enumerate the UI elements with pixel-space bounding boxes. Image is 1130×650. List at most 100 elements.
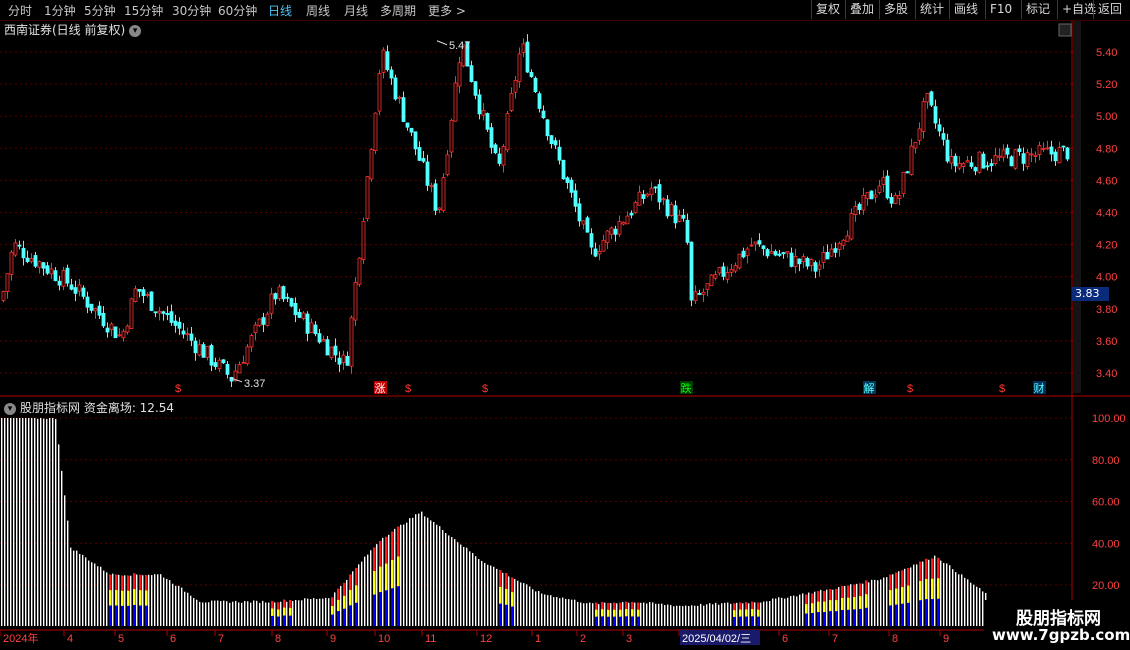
candle — [25, 250, 30, 264]
candle-body — [481, 109, 486, 116]
candle — [585, 215, 590, 233]
candle-body — [197, 344, 202, 356]
indicator-bar — [34, 418, 36, 626]
candle — [425, 154, 430, 191]
candle-body — [797, 258, 802, 265]
bar-white — [358, 564, 360, 626]
candle — [433, 179, 438, 216]
bar-white — [103, 570, 105, 626]
bar-white — [16, 418, 18, 626]
bar-white — [160, 574, 162, 626]
candle — [77, 278, 82, 297]
candle-body — [521, 43, 526, 53]
bar-yellow — [499, 586, 502, 604]
indicator-bar — [499, 570, 502, 626]
y-tick-label: 4.40 — [1096, 208, 1117, 220]
candle — [873, 188, 878, 203]
bar-white — [253, 600, 255, 626]
indicator-bar — [439, 526, 441, 626]
bar-white — [193, 598, 195, 626]
candle-body — [101, 312, 106, 327]
bar-blue — [139, 605, 142, 626]
indicator-bar — [619, 602, 622, 626]
bar-white — [223, 600, 225, 626]
indicator-bar — [547, 595, 549, 626]
indicator-bar — [568, 599, 570, 626]
candle-body — [989, 163, 994, 167]
bar-white — [118, 574, 120, 626]
candle-body — [609, 227, 614, 235]
bar-blue — [859, 608, 862, 626]
candle — [901, 171, 906, 198]
candle-body — [949, 156, 954, 164]
bar-white — [670, 605, 672, 626]
candle — [917, 122, 922, 145]
indicator-bar — [139, 574, 142, 626]
candle — [21, 240, 26, 266]
indicator-bar — [904, 568, 906, 626]
bar-white — [658, 603, 660, 626]
bar-white — [400, 524, 402, 626]
indicator-bar — [610, 603, 612, 626]
bar-white — [976, 586, 978, 626]
bar-red — [937, 557, 940, 579]
bar-white — [181, 587, 183, 626]
bar-red — [739, 602, 742, 610]
bar-blue — [751, 616, 754, 626]
indicator-bar — [52, 418, 54, 626]
indicator-bar — [304, 598, 306, 626]
candle-body — [69, 284, 74, 290]
bar-white — [772, 598, 774, 626]
indicator-bar — [964, 577, 966, 626]
candle-body — [801, 256, 806, 263]
bar-yellow — [757, 609, 760, 617]
candle-body — [701, 291, 706, 295]
low-label: 3.37 — [244, 378, 265, 390]
candle-body — [925, 93, 930, 103]
candle — [589, 228, 594, 255]
candle — [829, 243, 834, 257]
candle — [409, 127, 414, 137]
candle — [657, 179, 662, 210]
chevron-down-icon[interactable]: ▾ — [4, 402, 16, 415]
candle — [321, 335, 326, 342]
candle-body — [1057, 147, 1062, 164]
candle-body — [77, 284, 82, 292]
bar-blue — [343, 608, 346, 626]
chevron-down-icon[interactable]: ▾ — [129, 24, 142, 37]
candle — [689, 241, 694, 307]
bar-white — [130, 575, 132, 626]
bar-blue — [505, 604, 508, 626]
bar-blue — [817, 612, 820, 626]
bar-white — [82, 554, 84, 626]
bar-red — [631, 602, 634, 610]
bar-blue — [919, 600, 922, 626]
candle-body — [313, 324, 318, 335]
candle-body — [761, 245, 766, 250]
bar-white — [106, 572, 108, 626]
candle — [853, 200, 858, 222]
candle — [341, 350, 346, 370]
indicator-bar — [859, 583, 862, 626]
candle-body — [369, 149, 374, 180]
candle — [1001, 144, 1006, 162]
candle-body — [341, 354, 346, 363]
bar-yellow — [733, 610, 736, 617]
candle — [541, 105, 546, 120]
candle-body — [721, 266, 726, 277]
event-marker: $ — [907, 383, 913, 395]
candle — [761, 245, 766, 256]
candle-body — [677, 214, 682, 222]
candle — [837, 241, 842, 257]
indicator-bar — [292, 601, 294, 626]
indicator-bar — [589, 602, 591, 626]
indicator-bar — [325, 597, 327, 626]
candle-body — [617, 221, 622, 235]
bar-yellow — [379, 566, 382, 593]
bar-white — [481, 560, 483, 626]
candle — [101, 306, 106, 328]
bar-white — [466, 547, 468, 626]
main-chart-title: 西南证券(日线 前复权) ▾ — [4, 21, 142, 38]
indicator-bar — [460, 544, 462, 626]
candle — [1017, 144, 1022, 156]
